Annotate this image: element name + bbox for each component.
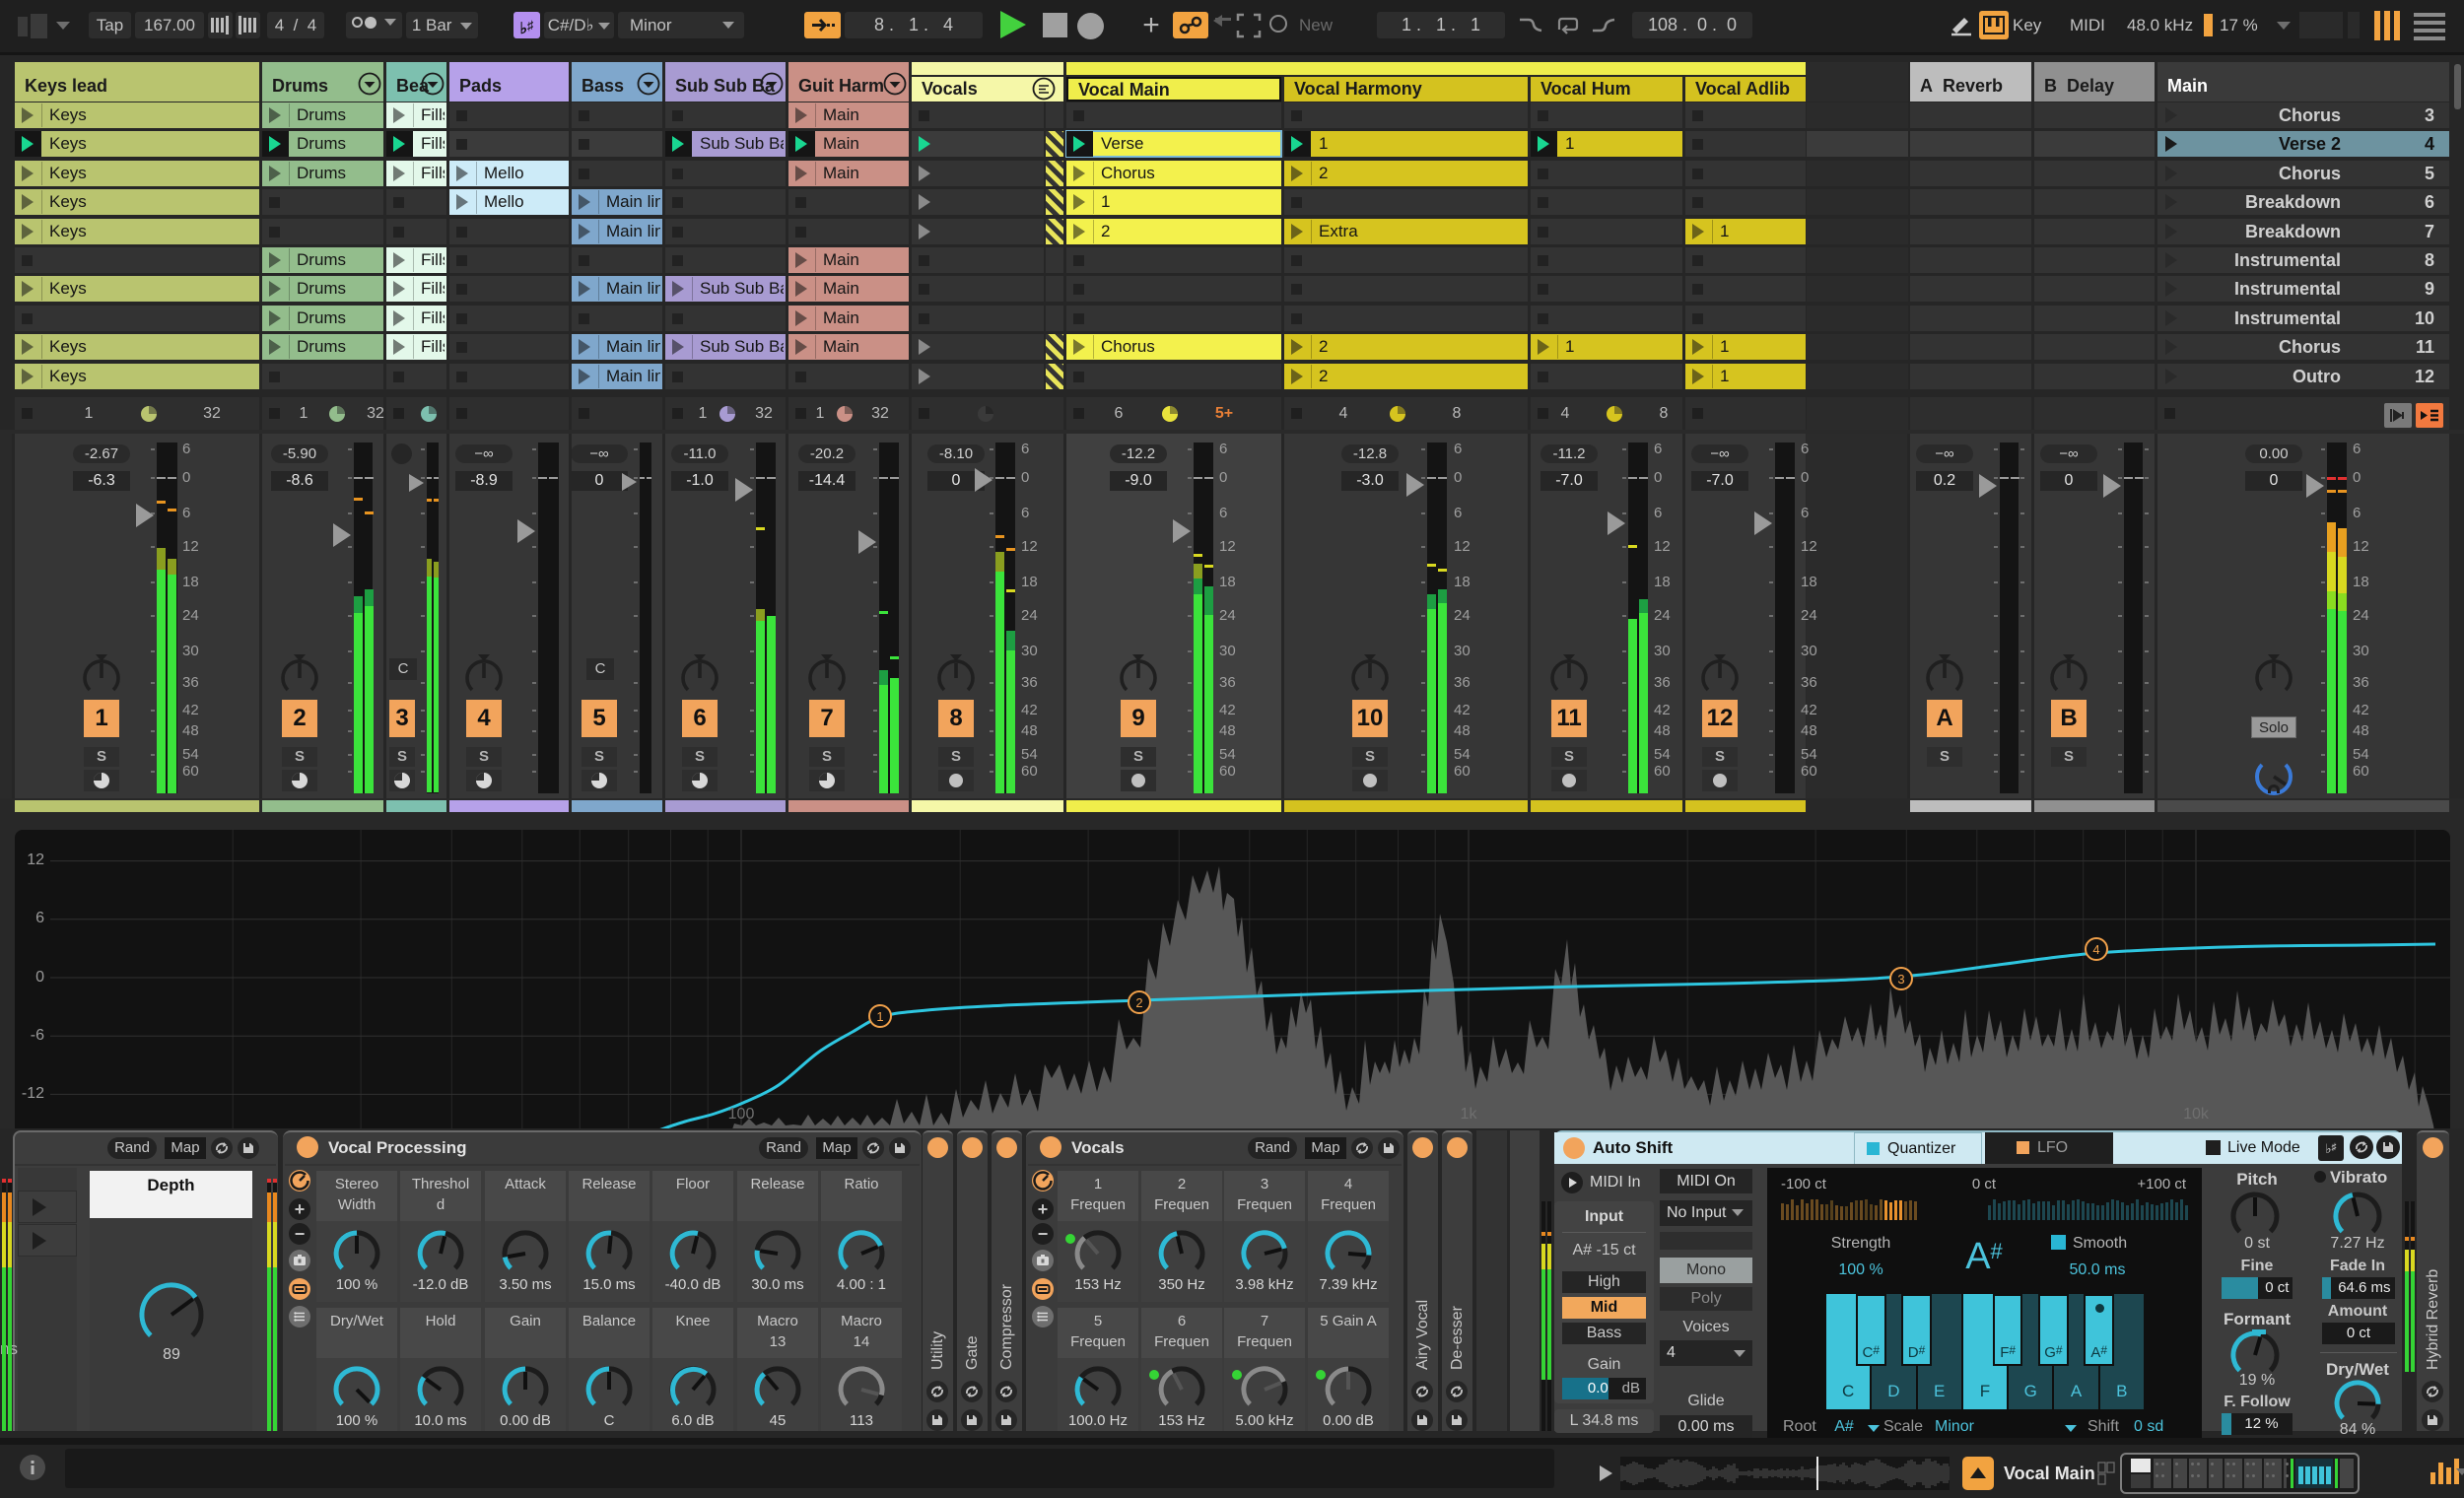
svg-text:100: 100 xyxy=(728,1106,755,1123)
svg-text:1k: 1k xyxy=(1461,1106,1478,1123)
svg-text:2: 2 xyxy=(1135,995,1142,1010)
svg-text:10k: 10k xyxy=(2183,1106,2210,1123)
svg-text:3: 3 xyxy=(1897,972,1904,987)
svg-text:1: 1 xyxy=(876,1009,883,1024)
svg-text:4: 4 xyxy=(2092,942,2099,957)
